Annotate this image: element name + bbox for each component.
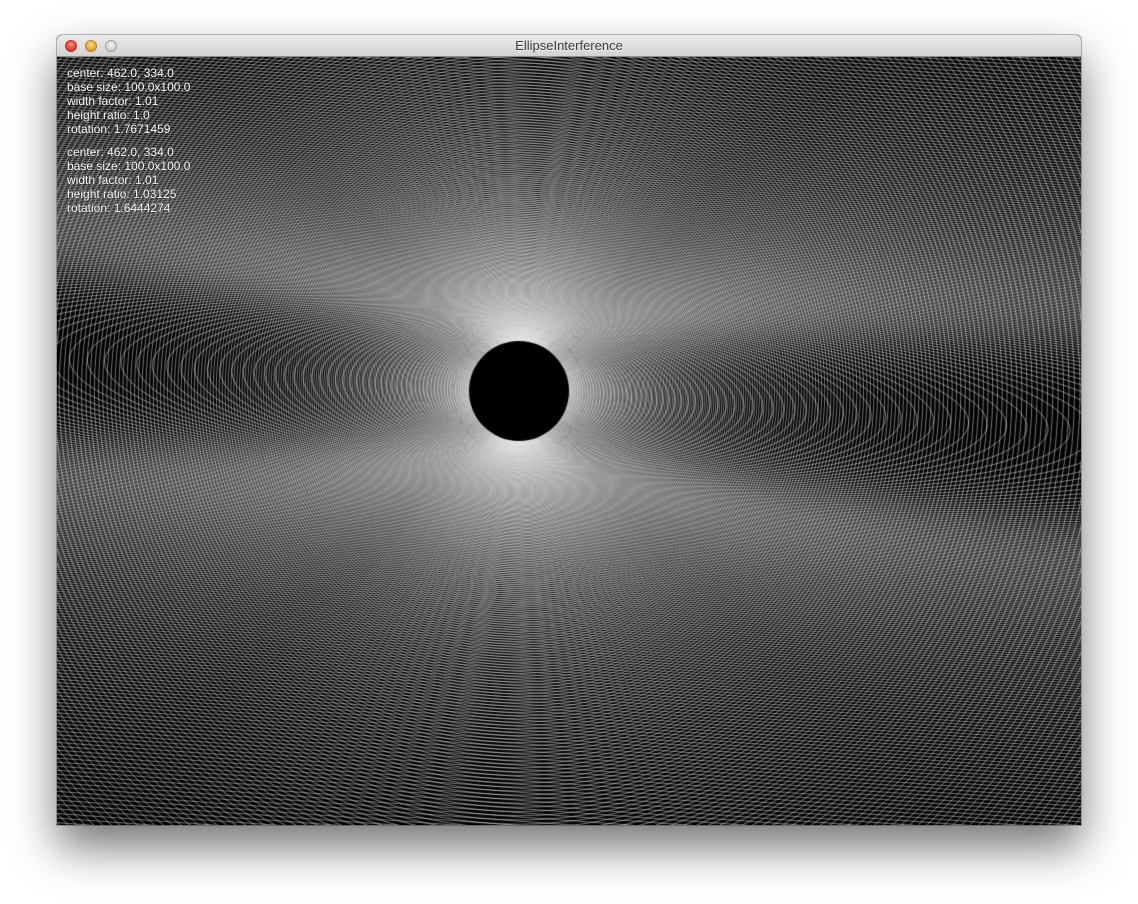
title-bar[interactable]: EllipseInterference <box>57 35 1081 57</box>
ellipse-set-2-info: center: 462.0, 334.0 base size: 100.0x10… <box>67 145 190 215</box>
height-ratio-readout: height ratio: 1.03125 <box>67 187 177 201</box>
rotation-readout: rotation: 1.6444274 <box>67 201 171 215</box>
sketch-canvas-area[interactable]: center: 462.0, 334.0 base size: 100.0x10… <box>57 57 1081 825</box>
ellipse-set-1-info: center: 462.0, 334.0 base size: 100.0x10… <box>67 66 190 136</box>
window-title: EllipseInterference <box>515 38 623 53</box>
ellipse-interference-canvas[interactable] <box>57 57 1081 825</box>
base-size-readout: base size: 100.0x100.0 <box>67 80 191 94</box>
height-ratio-readout: height ratio: 1.0 <box>67 108 150 122</box>
center-readout: center: 462.0, 334.0 <box>67 66 174 80</box>
rotation-readout: rotation: 1.7671459 <box>67 122 171 136</box>
width-factor-readout: width factor: 1.01 <box>67 94 159 108</box>
width-factor-readout: width factor: 1.01 <box>67 173 159 187</box>
center-readout: center: 462.0, 334.0 <box>67 145 174 159</box>
base-size-readout: base size: 100.0x100.0 <box>67 159 191 173</box>
parameter-readout: center: 462.0, 334.0 base size: 100.0x10… <box>67 66 190 215</box>
app-window: EllipseInterference center: 462.0, 334.0… <box>57 35 1081 825</box>
